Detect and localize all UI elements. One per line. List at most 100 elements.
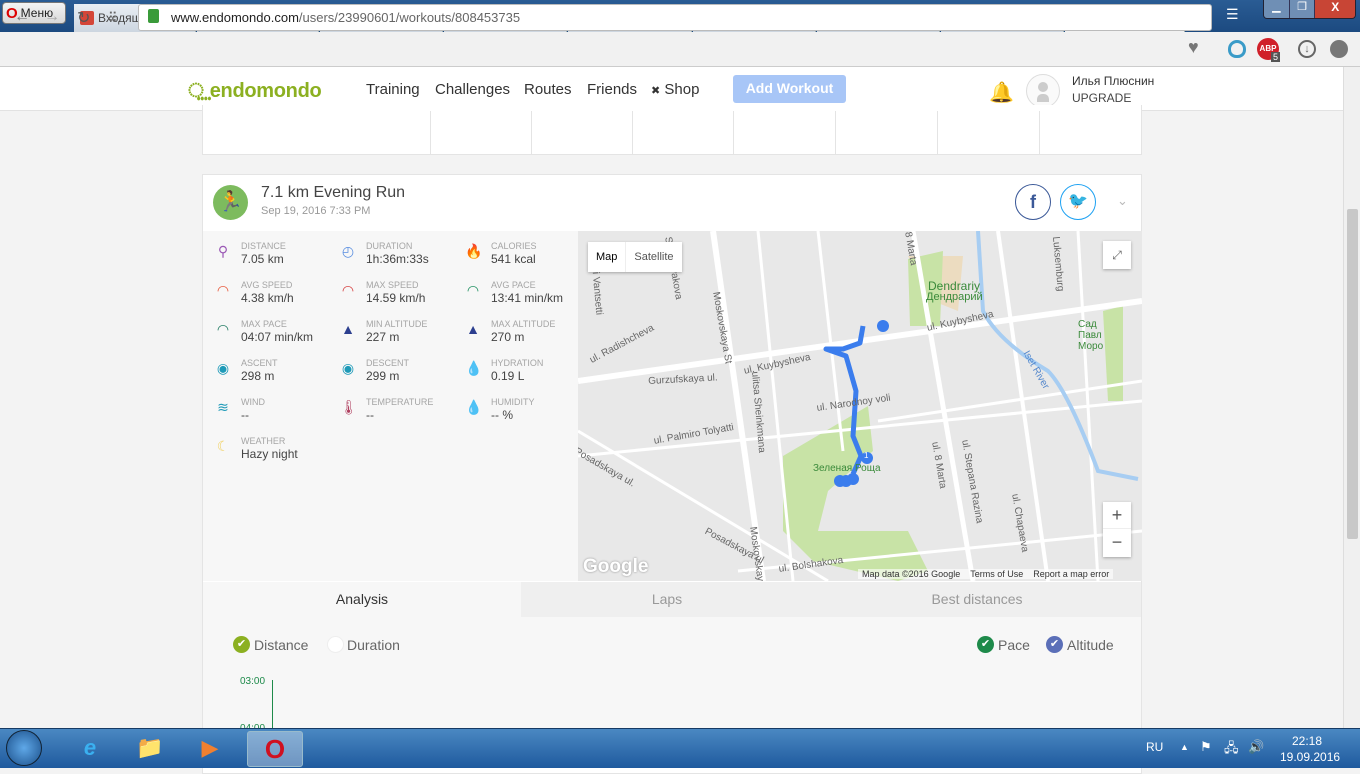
pace-checkbox[interactable]: ✔ — [977, 636, 994, 653]
y-axis-tick: 03:00 — [240, 676, 266, 687]
internet-explorer-icon[interactable]: e — [70, 731, 110, 767]
action-center-icon[interactable]: ⚑ — [1200, 739, 1212, 755]
nav-routes[interactable]: Routes — [524, 81, 572, 98]
adblock-count: 5 — [1271, 52, 1281, 62]
url-input[interactable]: www.endomondo.com/users/23990601/workout… — [138, 4, 1212, 31]
calendar-day-cell[interactable] — [733, 111, 835, 155]
clock-time[interactable]: 22:18 — [1292, 734, 1322, 748]
ascent-icon: ◉ — [216, 360, 230, 376]
avatar[interactable] — [1026, 74, 1060, 108]
under-armour-icon: ✖ — [651, 85, 661, 97]
altitude-option-label[interactable]: Altitude — [1067, 637, 1114, 653]
volume-icon[interactable]: 🔊 — [1248, 739, 1264, 755]
route-map[interactable]: Moskovskaya StSakko i VantsettiShokhryak… — [578, 231, 1142, 581]
map-type-control: Map Satellite — [588, 242, 682, 272]
calendar-day-cell[interactable] — [632, 111, 734, 155]
stat-hydration: 💧 HYDRATION 0.19 L — [465, 358, 544, 383]
scrollbar-thumb[interactable] — [1347, 209, 1358, 539]
endomondo-logo[interactable]: ⵿ endomondo — [188, 80, 322, 103]
stat-distance: ⚲ DISTANCE 7.05 km — [215, 241, 340, 280]
network-icon[interactable]: 🖧 — [1224, 739, 1239, 761]
calendar-day-cell[interactable] — [430, 111, 532, 155]
analysis-chart-area — [203, 617, 1141, 728]
upgrade-link[interactable]: UPGRADE — [1072, 91, 1131, 105]
stat-weather: ☾ WEATHER Hazy night — [216, 436, 298, 461]
pace-option-label[interactable]: Pace — [998, 637, 1030, 653]
reload-icon[interactable]: ↻ — [77, 8, 90, 28]
tab-best-distances[interactable]: Best distances — [813, 582, 1141, 617]
calendar-day-cell[interactable] — [937, 111, 1039, 155]
back-icon[interactable]: ← — [14, 8, 30, 26]
pace-gauge-icon: ◠ — [466, 282, 480, 298]
altitude-checkbox[interactable]: ✔ — [1046, 636, 1063, 653]
zoom-control: + − — [1103, 502, 1131, 557]
twitter-share-button[interactable]: 🐦 — [1060, 184, 1096, 220]
moon-icon: ☾ — [216, 438, 230, 454]
download-icon[interactable]: ↓ — [1298, 40, 1316, 58]
calendar-day-cell[interactable] — [835, 111, 937, 155]
language-indicator[interactable]: RU — [1146, 740, 1163, 754]
forward-icon[interactable]: → — [44, 8, 60, 26]
account-icon[interactable] — [1330, 40, 1348, 58]
start-button[interactable] — [6, 730, 42, 766]
nav-training[interactable]: Training — [366, 81, 420, 98]
fullscreen-button[interactable]: ⤢ — [1103, 241, 1131, 269]
map-marker-start[interactable] — [847, 473, 859, 485]
nav-challenges[interactable]: Challenges — [435, 81, 510, 98]
opera-taskbar-icon[interactable]: O — [247, 731, 303, 767]
calendar-day-cell[interactable] — [1039, 111, 1141, 155]
close-window-button[interactable]: X — [1314, 0, 1355, 18]
stat-avg-pace: ◠ AVG PACE 13:41 min/km — [466, 280, 564, 305]
y-axis-line — [272, 680, 273, 728]
zoom-out-button[interactable]: − — [1103, 529, 1131, 556]
report-map-error-link[interactable]: Report a map error — [1033, 569, 1109, 579]
stat-ascent: ◉ ASCENT 298 m — [216, 358, 278, 383]
tab-menu-icon[interactable]: ☰ — [1226, 6, 1239, 23]
extension-icon[interactable] — [1228, 40, 1246, 58]
stopwatch-icon: ◴ — [341, 243, 355, 259]
water-drops-icon: 💧 — [465, 360, 483, 376]
address-toolbar — [0, 32, 1360, 67]
duration-checkbox[interactable] — [327, 636, 344, 653]
stat-calories: 🔥 CALORIES 541 kcal — [465, 241, 537, 266]
distance-checkbox[interactable]: ✔ — [233, 636, 250, 653]
humidity-icon: 💧 — [465, 399, 483, 415]
zoom-in-button[interactable]: + — [1103, 502, 1131, 529]
speed-dial-icon[interactable]: ⠿ — [108, 10, 118, 26]
notification-bell-icon[interactable]: 🔔 — [989, 80, 1014, 105]
mountain-icon: ▲ — [341, 321, 355, 337]
nav-friends[interactable]: Friends — [587, 81, 637, 98]
user-name[interactable]: Илья Плюснин — [1072, 74, 1154, 88]
map-type-satellite[interactable]: Satellite — [626, 242, 681, 272]
minimize-button[interactable]: ▁ — [1264, 0, 1289, 18]
media-player-icon[interactable]: ▶ — [190, 731, 230, 767]
mountain-icon: ▲ — [466, 321, 480, 337]
map-marker-end[interactable] — [877, 320, 889, 332]
marker-number: 1 — [864, 451, 869, 460]
tray-expand-icon[interactable]: ▲ — [1180, 742, 1189, 752]
stat-max-speed: ◠ MAX SPEED 14.59 km/h — [341, 280, 426, 305]
maximize-button[interactable]: ❐ — [1288, 0, 1315, 18]
map-street-label: Дендрарий — [926, 291, 983, 303]
duration-option-label[interactable]: Duration — [347, 637, 400, 653]
nav-shop[interactable]: ✖ Shop — [651, 81, 699, 98]
bookmark-heart-icon[interactable]: ♥ — [1188, 37, 1199, 58]
facebook-share-button[interactable]: f — [1015, 184, 1051, 220]
tab-laps[interactable]: Laps — [521, 582, 813, 617]
lock-icon — [148, 9, 159, 23]
terms-link[interactable]: Terms of Use — [970, 569, 1023, 579]
distance-option-label[interactable]: Distance — [254, 637, 308, 653]
calendar-day-cell[interactable] — [531, 111, 633, 155]
file-explorer-icon[interactable]: 📁 — [130, 731, 170, 767]
page-scrollbar[interactable] — [1343, 67, 1360, 728]
thermometer-icon: 🌡 — [340, 399, 358, 415]
clock-date[interactable]: 19.09.2016 — [1280, 750, 1340, 764]
map-type-map[interactable]: Map — [588, 242, 627, 272]
map-street-label: Зеленая Роща — [813, 463, 881, 474]
tab-analysis[interactable]: Analysis — [203, 582, 521, 617]
stat-humidity: 💧 HUMIDITY -- % — [465, 397, 535, 422]
pace-gauge-icon: ◠ — [216, 321, 230, 337]
add-workout-button[interactable]: Add Workout — [733, 75, 846, 103]
chevron-down-icon[interactable]: ⌄ — [1117, 193, 1128, 209]
stat-min-altitude: ▲ MIN ALTITUDE 227 m — [341, 319, 428, 344]
